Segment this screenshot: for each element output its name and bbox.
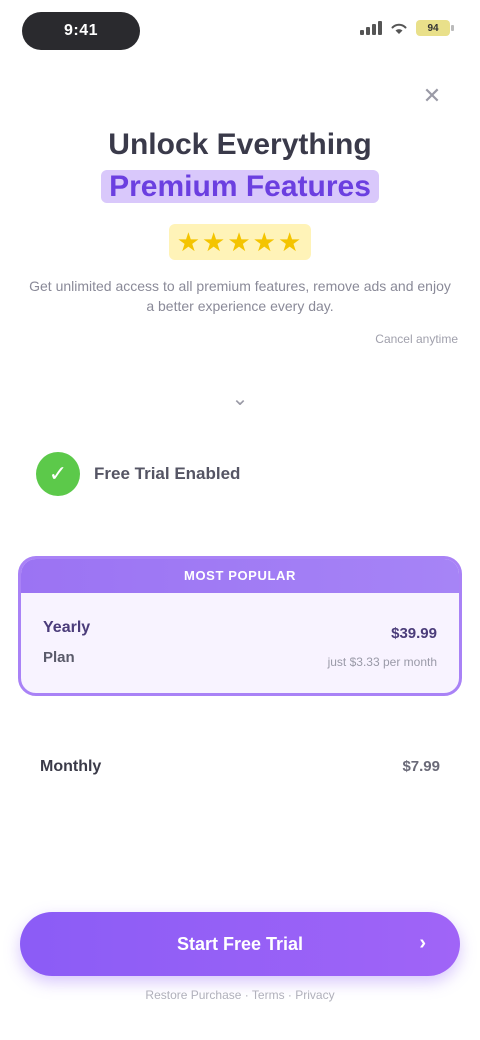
- free-trial-label: Free Trial Enabled: [94, 464, 241, 483]
- close-button[interactable]: ✕: [418, 82, 446, 110]
- plan-price: $39.99: [391, 625, 437, 642]
- plan-option-monthly[interactable]: Monthly $7.99: [18, 744, 462, 792]
- title-accent-highlight: Premium Features: [101, 170, 379, 203]
- start-trial-button[interactable]: Start Free Trial ›: [20, 912, 460, 976]
- plan-period: Plan: [43, 649, 75, 666]
- chevron-down-icon[interactable]: ⌄: [224, 382, 256, 414]
- page-title: Unlock Everything: [108, 128, 372, 161]
- plan-name: Monthly: [40, 758, 102, 775]
- free-trial-toggle[interactable]: ✓ Free Trial Enabled: [36, 452, 240, 496]
- wifi-icon: [390, 21, 408, 35]
- check-icon: ✓: [36, 452, 80, 496]
- plan-option-yearly[interactable]: MOST POPULAR Yearly Plan $39.99 just $3.…: [18, 556, 462, 696]
- subtitle: Get unlimited access to all premium feat…: [29, 278, 451, 314]
- cta-label: Start Free Trial: [176, 933, 304, 954]
- star-icons: ★★★★★: [168, 224, 312, 260]
- status-time: 9:41: [22, 12, 140, 50]
- plan-price-detail: just $3.33 per month: [327, 655, 437, 669]
- status-icons: 94: [360, 20, 454, 36]
- footer-links[interactable]: Restore Purchase · Terms · Privacy: [0, 988, 480, 1002]
- chevron-right-icon: ›: [419, 932, 426, 954]
- close-icon: ✕: [422, 83, 442, 108]
- rating-stars: ★★★★★: [0, 224, 480, 260]
- plan-name: Yearly: [43, 619, 91, 636]
- battery-icon: 94: [416, 20, 454, 36]
- page-title-accent: Premium Features: [0, 168, 480, 206]
- plan-price: $7.99: [402, 758, 440, 775]
- status-bar: 9:41 94: [0, 0, 480, 64]
- signal-icon: [360, 21, 382, 35]
- most-popular-badge: MOST POPULAR: [21, 559, 459, 593]
- subtitle-note: Cancel anytime: [375, 332, 458, 346]
